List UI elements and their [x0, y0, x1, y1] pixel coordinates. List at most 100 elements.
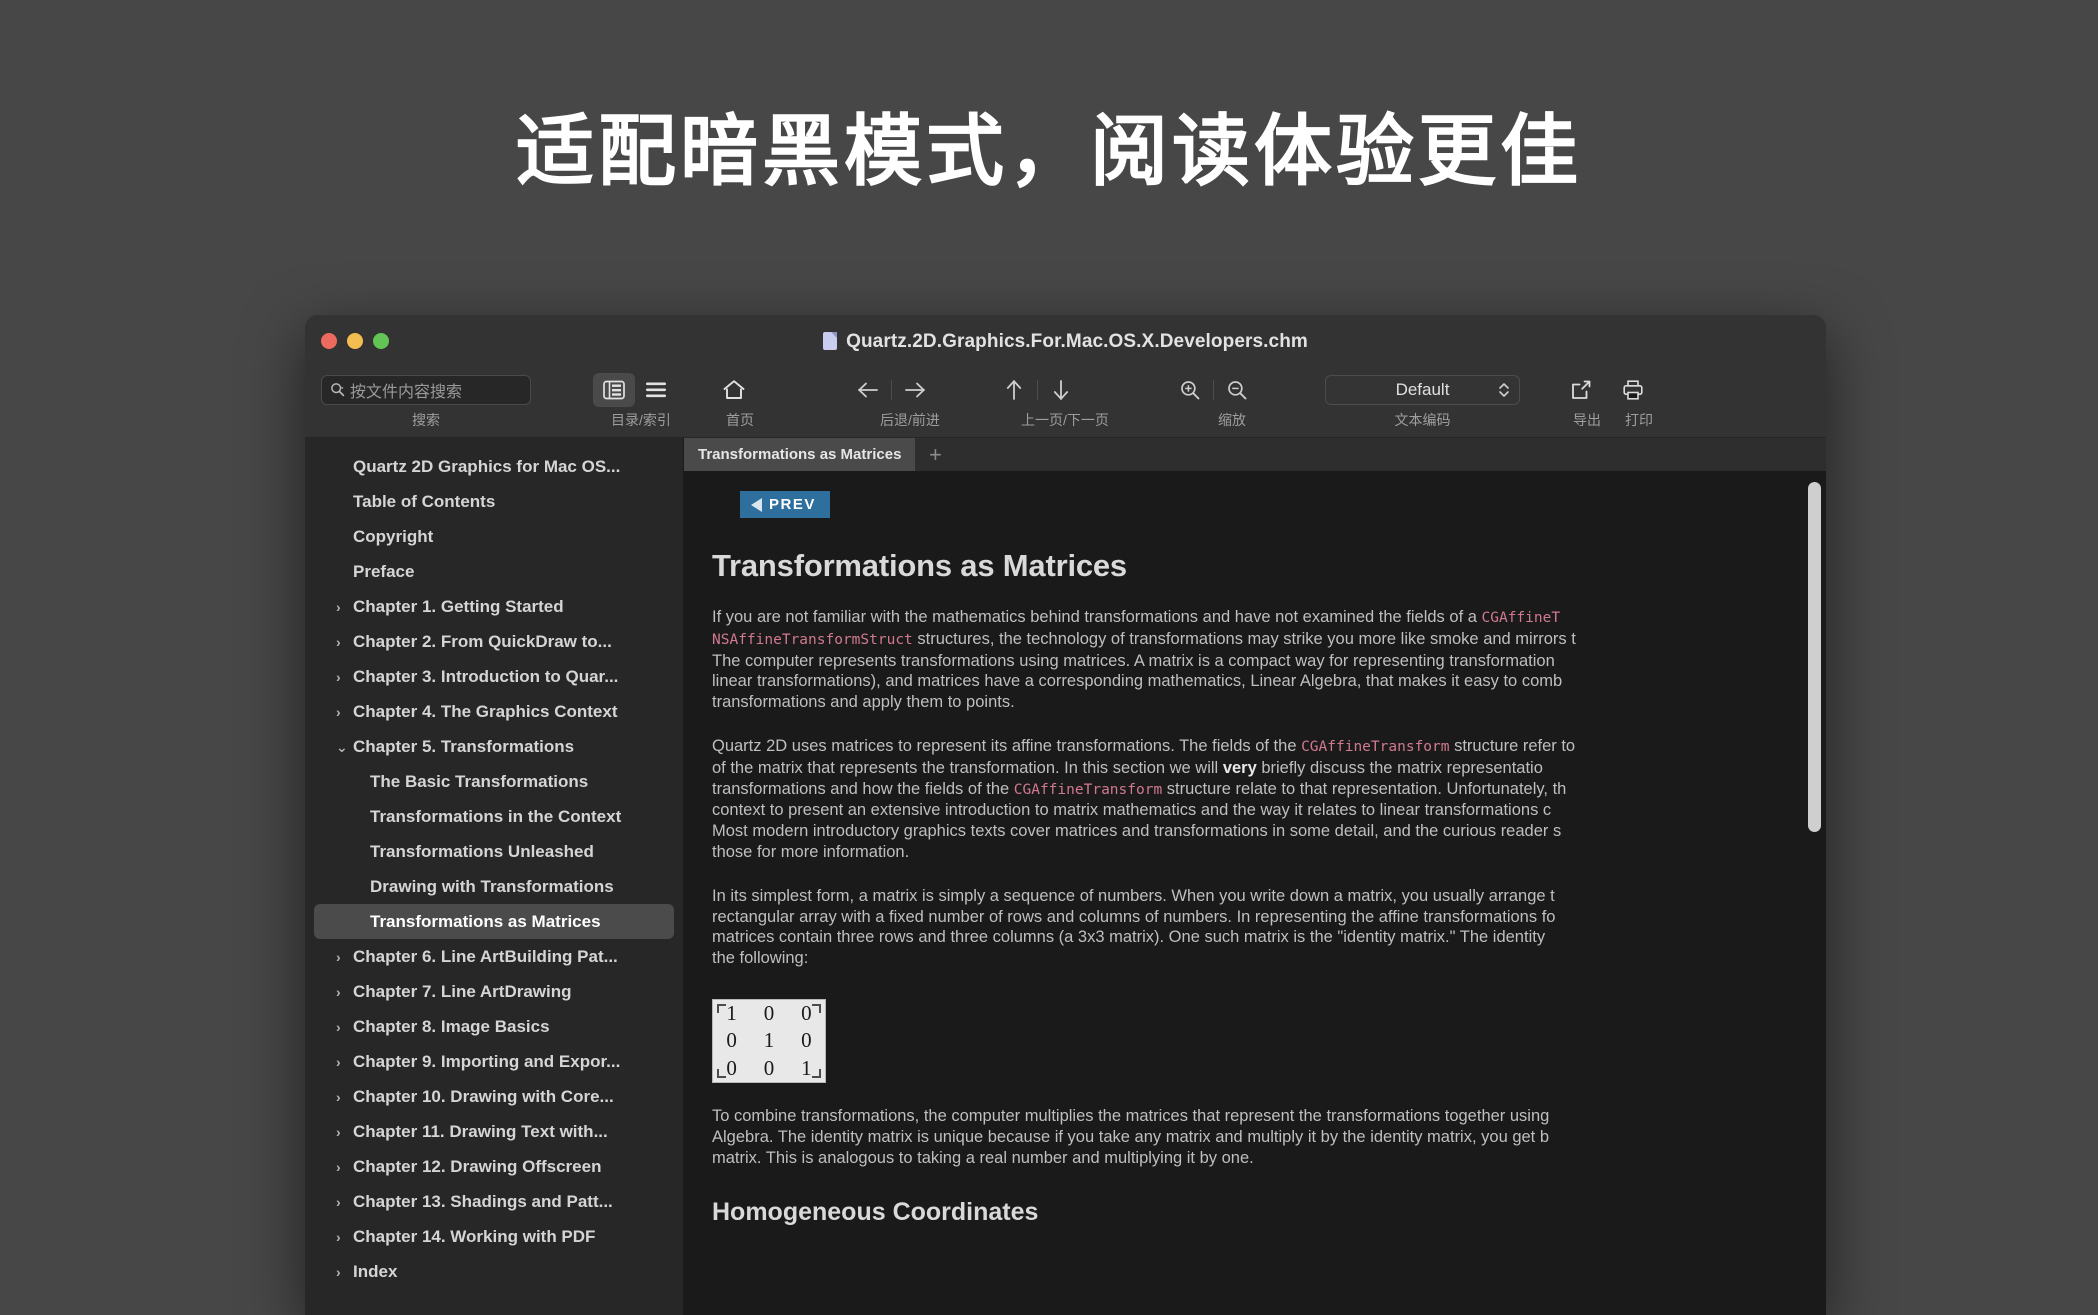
encoding-caption: 文本编码	[1325, 410, 1520, 430]
page-up-button[interactable]	[993, 373, 1035, 407]
toc-button[interactable]	[593, 373, 635, 407]
sidebar-item-label: Table of Contents	[353, 492, 495, 512]
sidebar-item[interactable]: ›Drawing with Transformations	[314, 869, 674, 904]
sidebar-item[interactable]: ›Transformations as Matrices	[314, 904, 674, 939]
sidebar-item-label: Chapter 8. Image Basics	[353, 1017, 550, 1037]
index-list-button[interactable]	[635, 373, 677, 407]
search-input[interactable]: 按文件内容搜索	[321, 375, 531, 405]
paragraph-3: In its simplest form, a matrix is simply…	[712, 886, 1752, 969]
page-down-button[interactable]	[1040, 373, 1082, 407]
paragraph-1: If you are not familiar with the mathema…	[712, 607, 1752, 713]
sidebar-item[interactable]: ›Chapter 10. Drawing with Core...	[314, 1079, 674, 1114]
chevron-right-icon[interactable]: ›	[336, 985, 353, 999]
matrix-cell: 0	[764, 1001, 775, 1026]
print-caption: 打印	[1612, 410, 1666, 430]
sidebar-item[interactable]: ›Transformations in the Context	[314, 799, 674, 834]
zoom-in-button[interactable]	[1169, 373, 1211, 407]
prev-nav-button[interactable]: PREV	[740, 491, 830, 518]
sidebar-item[interactable]: ›Chapter 2. From QuickDraw to...	[314, 624, 674, 659]
new-tab-button[interactable]: +	[915, 438, 955, 471]
promo-headline: 适配暗黑模式，阅读体验更佳	[0, 104, 2098, 200]
chevron-right-icon[interactable]: ›	[336, 705, 353, 719]
sidebar-item-label: Transformations in the Context	[370, 807, 621, 827]
sidebar-item[interactable]: ⌄Chapter 5. Transformations	[314, 729, 674, 764]
sidebar-item[interactable]: ›Preface	[314, 554, 674, 589]
sidebar-item[interactable]: ›Chapter 9. Importing and Expor...	[314, 1044, 674, 1079]
matrix-cell: 0	[801, 1001, 812, 1026]
toc-sidebar[interactable]: ›Quartz 2D Graphics for Mac OS...›Table …	[305, 438, 684, 1315]
arrow-right-icon	[903, 381, 927, 399]
search-placeholder: 按文件内容搜索	[350, 378, 462, 402]
zoom-out-button[interactable]	[1216, 373, 1258, 407]
tab-active[interactable]: Transformations as Matrices	[684, 438, 915, 471]
home-button[interactable]	[713, 373, 755, 407]
p2-text-a: Quartz 2D uses matrices to represent its…	[712, 737, 1301, 755]
forward-button[interactable]	[894, 373, 936, 407]
list-icon	[645, 381, 667, 399]
vertical-scrollbar[interactable]	[1808, 482, 1821, 1272]
arrow-left-icon	[856, 381, 880, 399]
document-icon	[823, 332, 837, 350]
chevron-right-icon[interactable]: ›	[336, 1265, 353, 1279]
sidebar-item[interactable]: ›The Basic Transformations	[314, 764, 674, 799]
sidebar-item-label: Copyright	[353, 527, 433, 547]
scrollbar-thumb[interactable]	[1808, 482, 1821, 832]
sidebar-item[interactable]: ›Chapter 8. Image Basics	[314, 1009, 674, 1044]
sidebar-item[interactable]: ›Copyright	[314, 519, 674, 554]
sidebar-item-label: Chapter 11. Drawing Text with...	[353, 1122, 608, 1142]
sidebar-item[interactable]: ›Chapter 6. Line ArtBuilding Pat...	[314, 939, 674, 974]
sidebar-item[interactable]: ›Quartz 2D Graphics for Mac OS...	[314, 449, 674, 484]
arrow-left-icon	[751, 498, 762, 512]
sidebar-item[interactable]: ›Chapter 3. Introduction to Quar...	[314, 659, 674, 694]
chevron-right-icon[interactable]: ›	[336, 600, 353, 614]
sidebar-item[interactable]: ›Chapter 13. Shadings and Patt...	[314, 1184, 674, 1219]
sidebar-item[interactable]: ›Transformations Unleashed	[314, 834, 674, 869]
encoding-select[interactable]: Default	[1325, 375, 1520, 405]
matrix-cell: 0	[801, 1028, 812, 1053]
app-window: Quartz.2D.Graphics.For.Mac.OS.X.Develope…	[305, 315, 1826, 1315]
matrix-cell: 0	[764, 1056, 775, 1081]
toolbar-group-home: 首页	[713, 368, 773, 438]
chevron-right-icon[interactable]: ›	[336, 1195, 353, 1209]
tab-bar: Transformations as Matrices +	[684, 438, 1826, 471]
chevron-right-icon[interactable]: ›	[336, 1125, 353, 1139]
matrix-bracket-tl	[717, 1004, 726, 1013]
chevron-down-icon[interactable]: ⌄	[336, 740, 353, 754]
home-caption: 首页	[713, 410, 767, 430]
content-pane: Transformations as Matrices + PREV Trans…	[684, 438, 1826, 1315]
print-button[interactable]	[1612, 373, 1654, 407]
chevron-right-icon[interactable]: ›	[336, 1055, 353, 1069]
export-button[interactable]	[1560, 373, 1602, 407]
sidebar-item[interactable]: ›Chapter 14. Working with PDF	[314, 1219, 674, 1254]
matrix-bracket-tr	[812, 1004, 821, 1013]
sidebar-item[interactable]: ›Chapter 7. Line ArtDrawing	[314, 974, 674, 1009]
chevron-right-icon[interactable]: ›	[336, 1090, 353, 1104]
chevron-right-icon[interactable]: ›	[336, 635, 353, 649]
chevron-right-icon[interactable]: ›	[336, 1020, 353, 1034]
document-body: PREV Transformations as Matrices If you …	[684, 471, 1826, 1315]
sidebar-item[interactable]: ›Chapter 11. Drawing Text with...	[314, 1114, 674, 1149]
chevron-right-icon[interactable]: ›	[336, 1230, 353, 1244]
sidebar-item[interactable]: ›Chapter 1. Getting Started	[314, 589, 674, 624]
chevron-right-icon[interactable]: ›	[336, 950, 353, 964]
toolbar-group-nav: 后退/前进	[847, 368, 973, 438]
matrix-cell: 1	[726, 1001, 737, 1026]
sidebar-item-label: Chapter 7. Line ArtDrawing	[353, 982, 572, 1002]
sidebar-item[interactable]: ›Index	[314, 1254, 674, 1289]
sidebar-item-label: The Basic Transformations	[370, 772, 588, 792]
sidebar-item[interactable]: ›Table of Contents	[314, 484, 674, 519]
toolbar-group-page: 上一页/下一页	[993, 368, 1137, 438]
chevron-right-icon[interactable]: ›	[336, 1160, 353, 1174]
matrix-bracket-bl	[717, 1069, 726, 1078]
back-button[interactable]	[847, 373, 889, 407]
sidebar-item[interactable]: ›Chapter 12. Drawing Offscreen	[314, 1149, 674, 1184]
page-title: Transformations as Matrices	[712, 548, 1826, 584]
sidebar-item[interactable]: ›Chapter 4. The Graphics Context	[314, 694, 674, 729]
chevron-right-icon[interactable]: ›	[336, 670, 353, 684]
toolbar: 按文件内容搜索 搜索	[305, 368, 1826, 438]
page-separator	[1037, 380, 1038, 400]
sidebar-item-label: Chapter 12. Drawing Offscreen	[353, 1157, 601, 1177]
code-cgaffinetransform-1: CGAffineTransform	[1301, 739, 1449, 755]
toolbar-group-encoding: Default 文本编码	[1325, 368, 1525, 438]
sidebar-item-label: Chapter 10. Drawing with Core...	[353, 1087, 614, 1107]
